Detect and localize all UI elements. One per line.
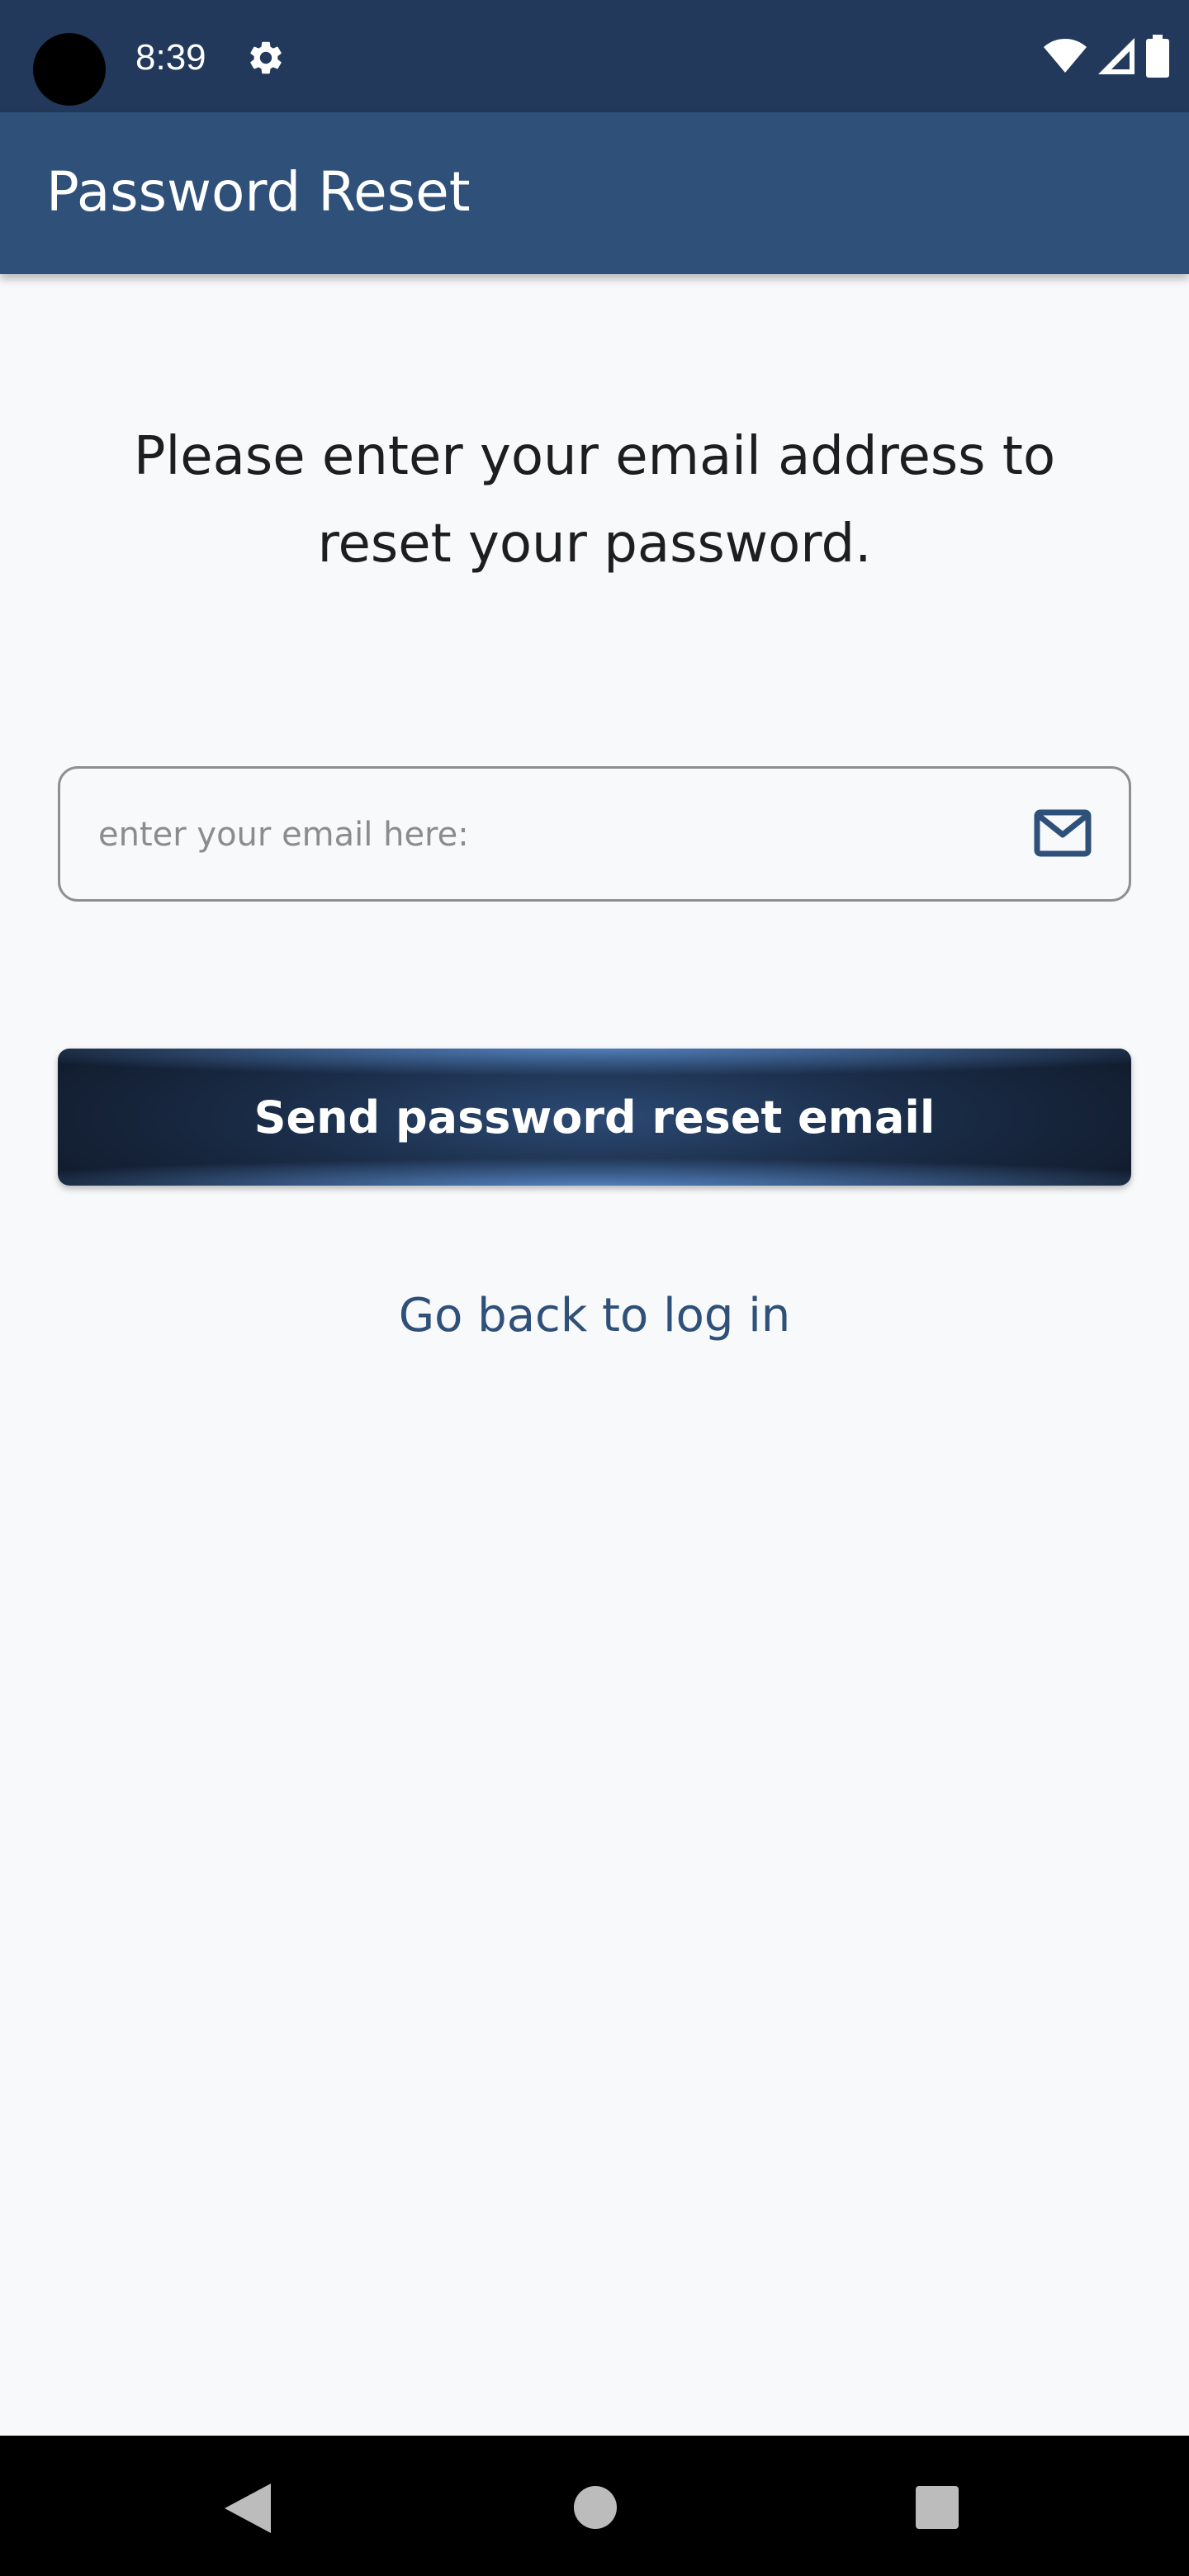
email-input[interactable] bbox=[97, 769, 975, 901]
status-bar: 8:39 bbox=[0, 0, 1189, 112]
back-to-login-link[interactable]: Go back to log in bbox=[264, 1285, 925, 1347]
mail-icon bbox=[1034, 809, 1092, 857]
status-icons bbox=[1044, 35, 1169, 78]
app-bar: Password Reset bbox=[0, 112, 1189, 274]
signal-icon bbox=[1098, 38, 1135, 74]
wifi-icon bbox=[1044, 39, 1087, 73]
recents-icon[interactable] bbox=[915, 2485, 959, 2530]
send-reset-email-button[interactable]: Send password reset email bbox=[58, 1049, 1131, 1186]
camera-cutout bbox=[33, 33, 106, 106]
status-time: 8:39 bbox=[135, 37, 206, 78]
battery-icon bbox=[1146, 35, 1169, 78]
email-field[interactable] bbox=[58, 766, 1131, 902]
page-title: Password Reset bbox=[46, 160, 471, 224]
home-icon[interactable] bbox=[573, 2485, 618, 2530]
back-icon[interactable] bbox=[223, 2482, 272, 2535]
password-reset-screen: 8:39 Password Reset Please enter your em… bbox=[0, 0, 1189, 2576]
instruction-text: Please enter your email address to reset… bbox=[133, 426, 1056, 575]
settings-icon bbox=[250, 41, 282, 74]
navigation-bar bbox=[0, 2436, 1189, 2576]
